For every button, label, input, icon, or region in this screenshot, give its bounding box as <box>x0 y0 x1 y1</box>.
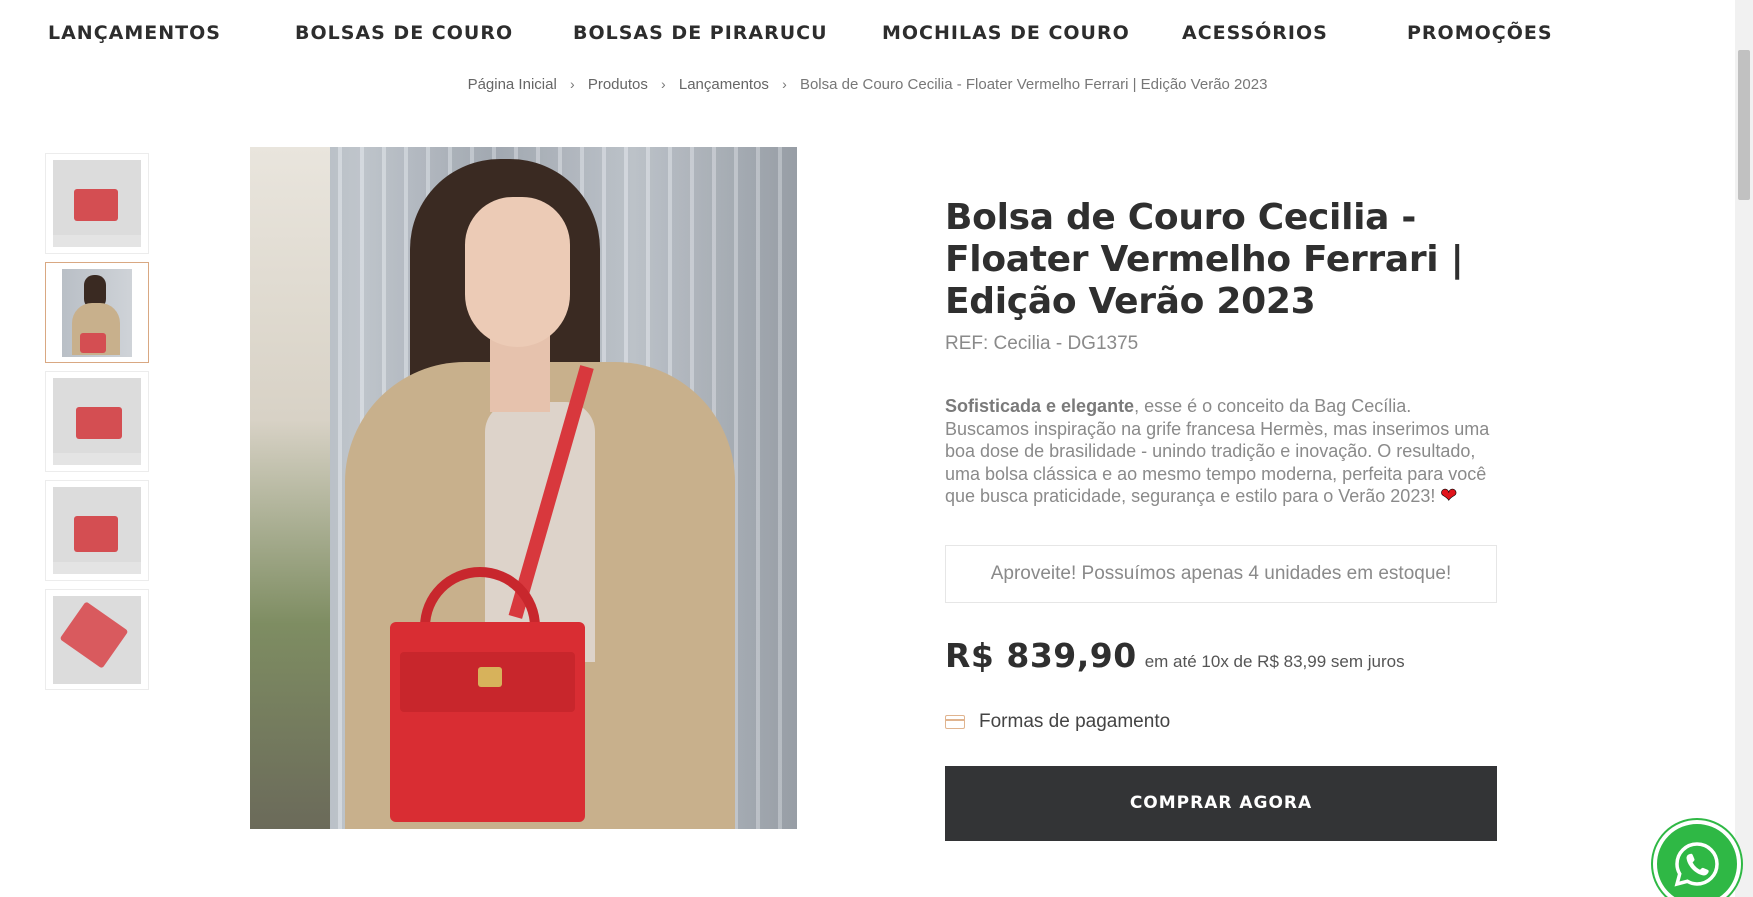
thumbnail-2[interactable] <box>45 262 149 363</box>
thumbnail-3[interactable] <box>45 371 149 472</box>
thumbnail-1[interactable] <box>45 153 149 254</box>
description-bold: Sofisticada e elegante <box>945 396 1135 416</box>
installments-text: em até 10x de R$ 83,99 sem juros <box>1144 651 1405 671</box>
nav-item-promocoes[interactable]: PROMOÇÕES <box>1407 22 1553 44</box>
scrollbar-thumb[interactable] <box>1738 50 1750 200</box>
buy-now-button[interactable]: COMPRAR AGORA <box>945 765 1497 841</box>
price-row: R$ 839,90 em até 10x de R$ 83,99 sem jur… <box>945 636 1500 675</box>
product-info: Bolsa de Couro Cecilia - Floater Vermelh… <box>945 197 1500 841</box>
heart-icon: ❤ <box>1440 485 1458 508</box>
product-description: Sofisticada e elegante, esse é o conceit… <box>945 395 1500 508</box>
whatsapp-button[interactable] <box>1653 820 1741 897</box>
chevron-right-icon: › <box>661 76 666 92</box>
breadcrumb-home[interactable]: Página Inicial <box>468 76 557 93</box>
payment-methods-link[interactable]: Formas de pagamento <box>945 711 1500 733</box>
stock-notice: Aproveite! Possuímos apenas 4 unidades e… <box>945 544 1497 603</box>
product-main-image[interactable] <box>250 147 797 829</box>
breadcrumb: Página Inicial › Produtos › Lançamentos … <box>0 76 1735 93</box>
chevron-right-icon: › <box>569 76 575 92</box>
payment-methods-label: Formas de pagamento <box>979 710 1171 732</box>
nav-item-bolsas-de-pirarucu[interactable]: BOLSAS DE PIRARUCU <box>573 22 828 44</box>
main-nav: LANÇAMENTOS BOLSAS DE COURO BOLSAS DE PI… <box>0 0 1735 66</box>
nav-item-lancamentos[interactable]: LANÇAMENTOS <box>48 22 221 44</box>
nav-item-acessorios[interactable]: ACESSÓRIOS <box>1182 22 1328 44</box>
product-price: R$ 839,90 <box>945 635 1137 675</box>
whatsapp-icon <box>1653 820 1741 897</box>
credit-card-icon <box>945 714 965 729</box>
breadcrumb-produtos[interactable]: Produtos <box>588 76 648 93</box>
breadcrumb-current: Bolsa de Couro Cecilia - Floater Vermelh… <box>799 76 1268 93</box>
thumbnail-4[interactable] <box>45 480 149 581</box>
page-scrollbar[interactable] <box>1735 0 1753 897</box>
thumbnail-gallery <box>45 153 149 698</box>
product-ref: REF: Cecilia - DG1375 <box>945 333 1139 354</box>
breadcrumb-lancamentos[interactable]: Lançamentos <box>679 76 769 93</box>
nav-item-mochilas-de-couro[interactable]: MOCHILAS DE COURO <box>882 22 1130 44</box>
nav-item-bolsas-de-couro[interactable]: BOLSAS DE COURO <box>295 22 513 44</box>
product-title: Bolsa de Couro Cecilia - Floater Vermelh… <box>945 197 1464 322</box>
thumbnail-5[interactable] <box>45 589 149 690</box>
chevron-right-icon: › <box>782 76 787 92</box>
